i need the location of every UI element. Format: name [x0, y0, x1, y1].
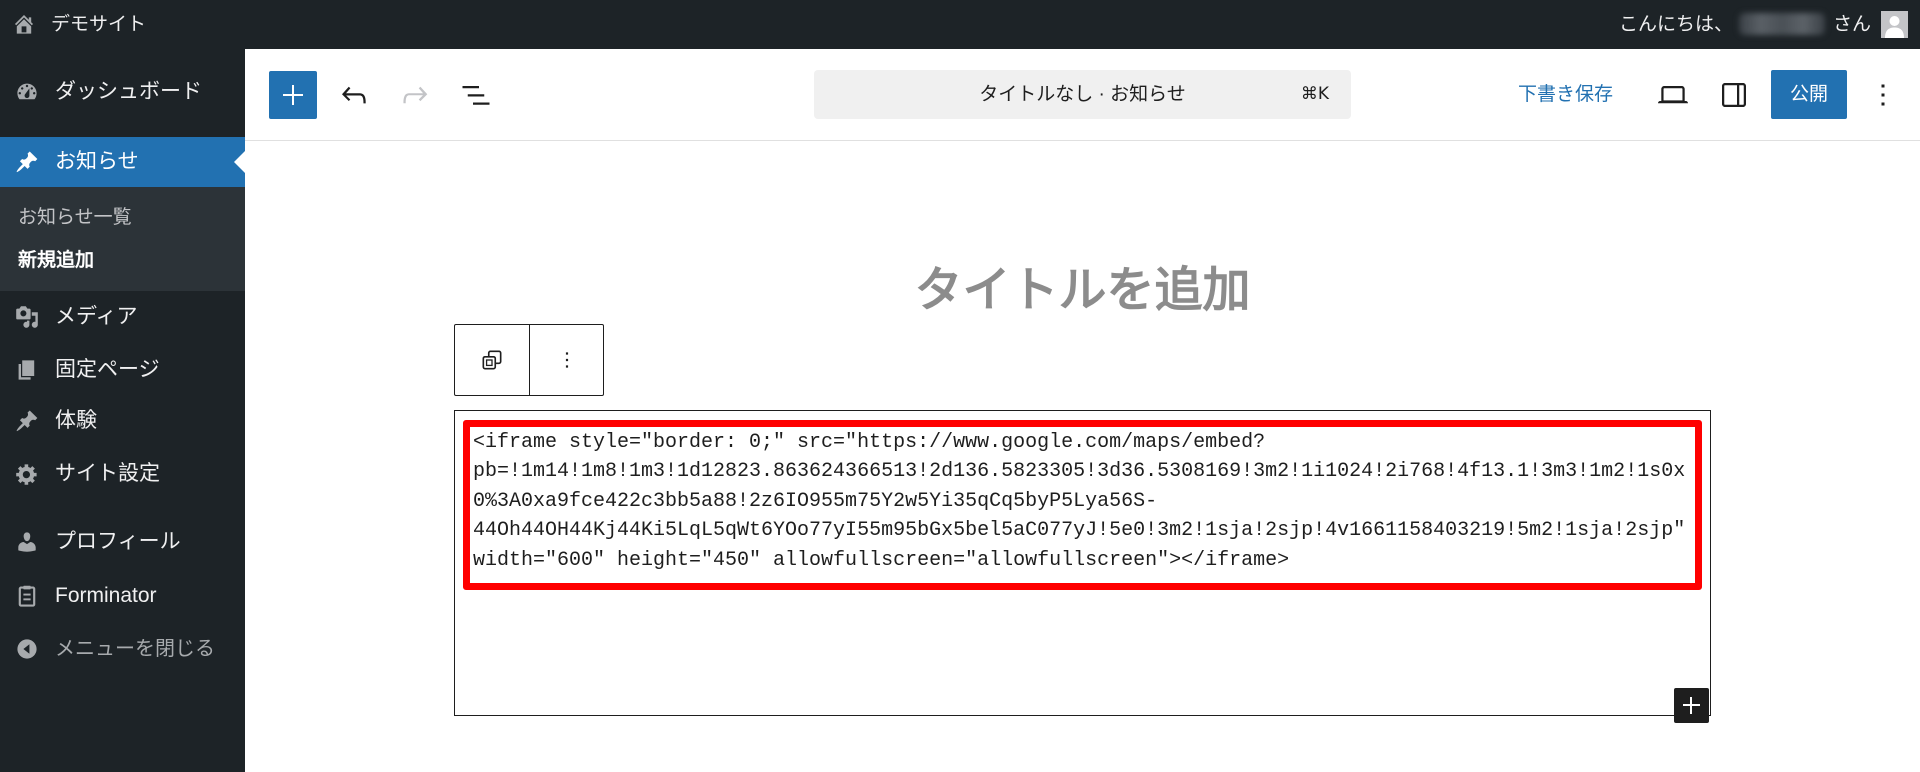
- avatar[interactable]: [1881, 11, 1908, 38]
- sidebar-item-profile[interactable]: プロフィール: [0, 522, 245, 562]
- editor-header: タイトルなし · お知らせ ⌘K 下書き保存 公開: [245, 49, 1920, 141]
- code-line: 0%3A0xa9fce422c3bb5a88!2z6IO955m75Y2w5Yi…: [473, 489, 1158, 513]
- sidebar-item-experience[interactable]: 体験: [0, 401, 245, 441]
- sidebar-item-media[interactable]: メディア: [0, 297, 245, 337]
- sidebar-item-label: 体験: [55, 409, 97, 432]
- sidebar-item-pages[interactable]: 固定ページ: [0, 350, 245, 390]
- pages-icon: [15, 358, 39, 382]
- code-line: 44Oh44OH44Kj44Ki5LqL5qWt6YOo77yI55m95bGx…: [473, 519, 1686, 543]
- code-line: <iframe style="border: 0;" src="https://…: [473, 431, 1266, 454]
- greeting-text[interactable]: こんにちは、: [1619, 0, 1733, 49]
- code-line: pb=!1m14!1m8!1m3!1d12823.863624366513!2d…: [473, 460, 1686, 484]
- command-shortcut: ⌘K: [1300, 84, 1329, 104]
- sidebar-item-label: お知らせ: [55, 150, 139, 173]
- clipboard-icon: [15, 584, 39, 608]
- admin-sidebar: ダッシュボード お知らせ お知らせ一覧 新規追加 メディア 固定ページ 体験 サ…: [0, 49, 245, 772]
- sidebar-item-dashboard[interactable]: ダッシュボード: [0, 72, 245, 112]
- options-icon: [565, 352, 569, 368]
- admin-bar: デモサイト こんにちは、 さん: [0, 0, 1920, 49]
- block-type-button[interactable]: [455, 325, 529, 395]
- code-line: width="600" height="450" allowfullscreen…: [473, 548, 1290, 572]
- sidebar-item-label: メディア: [55, 305, 138, 328]
- sidebar-item-label: メニューを閉じる: [55, 638, 215, 660]
- submenu-item-news-list[interactable]: お知らせ一覧: [18, 198, 132, 238]
- sidebar-item-label: 固定ページ: [55, 358, 160, 381]
- pin-icon: [15, 409, 39, 433]
- user-icon: [15, 530, 39, 554]
- sidebar-item-label: ダッシュボード: [55, 80, 202, 103]
- block-options-button[interactable]: [530, 325, 604, 395]
- document-title: タイトルなし · お知らせ: [979, 84, 1186, 105]
- collapse-menu-button[interactable]: メニューを閉じる: [0, 629, 245, 669]
- post-title-input[interactable]: タイトルを追加: [454, 262, 1711, 318]
- block-append-button[interactable]: [1674, 688, 1709, 723]
- sidebar-item-label: プロフィール: [55, 530, 181, 553]
- list-view-icon[interactable]: [458, 77, 494, 113]
- redo-icon[interactable]: [397, 77, 433, 113]
- dashboard-icon: [15, 80, 39, 104]
- kebab-menu-icon[interactable]: [1865, 77, 1901, 113]
- site-name-link[interactable]: デモサイト: [51, 0, 146, 49]
- block-toolbar: [454, 324, 604, 396]
- gear-icon: [15, 462, 39, 486]
- sidebar-item-forminator[interactable]: Forminator: [0, 576, 245, 616]
- username-redacted[interactable]: [1739, 13, 1825, 35]
- submenu-item-add-new[interactable]: 新規追加: [18, 241, 94, 281]
- save-draft-button[interactable]: 下書き保存: [1518, 75, 1613, 115]
- sidebar-toggle-icon[interactable]: [1716, 77, 1752, 113]
- publish-button[interactable]: 公開: [1771, 70, 1847, 119]
- html-code-textarea[interactable]: <iframe style="border: 0;" src="https://…: [473, 428, 1685, 575]
- media-icon: [15, 305, 39, 329]
- sidebar-item-site-settings[interactable]: サイト設定: [0, 454, 245, 494]
- plus-icon: [292, 85, 294, 105]
- pin-icon: [15, 150, 39, 174]
- sidebar-item-label: サイト設定: [55, 462, 160, 485]
- sidebar-item-news[interactable]: お知らせ: [0, 142, 245, 182]
- sidebar-item-label: Forminator: [55, 584, 157, 607]
- honorific-text[interactable]: さん: [1833, 0, 1871, 49]
- home-icon[interactable]: [12, 12, 36, 36]
- overlapping-squares-icon: [482, 350, 502, 370]
- laptop-icon[interactable]: [1655, 77, 1691, 113]
- collapse-icon: [15, 637, 39, 661]
- undo-icon[interactable]: [336, 77, 372, 113]
- block-inserter-button[interactable]: [269, 71, 317, 119]
- document-bar[interactable]: タイトルなし · お知らせ ⌘K: [814, 70, 1351, 119]
- plus-icon: [1690, 697, 1692, 714]
